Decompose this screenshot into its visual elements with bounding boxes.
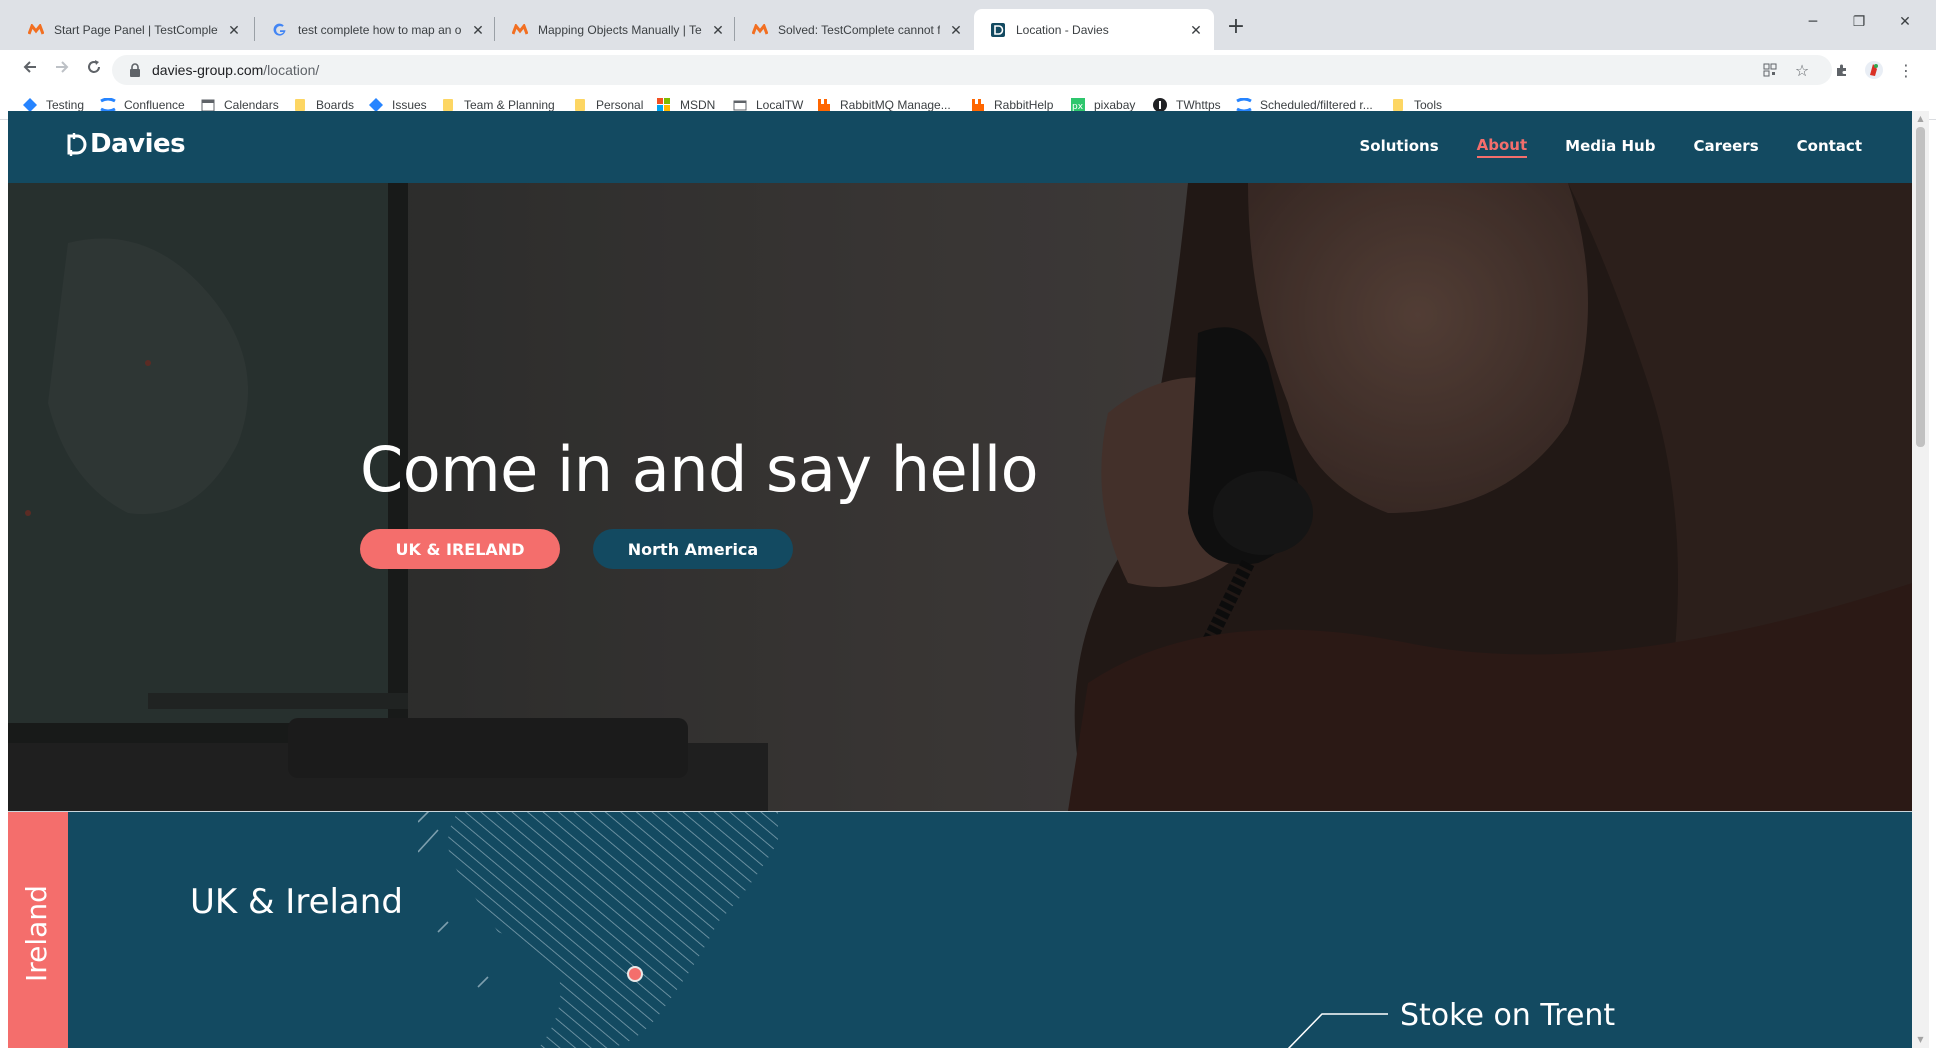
bookmark-label: Testing <box>46 98 85 112</box>
forward-button[interactable] <box>48 56 76 84</box>
davies-icon <box>990 22 1006 38</box>
close-icon[interactable]: ✕ <box>226 22 242 38</box>
minimize-button[interactable]: ─ <box>1798 10 1828 34</box>
region-side-tab[interactable]: Ireland <box>8 812 68 1048</box>
uk-map-graphic <box>418 812 778 1048</box>
site-header: Davies Solutions About Media Hub Careers… <box>8 111 1912 183</box>
tab-separator <box>494 17 495 41</box>
close-icon[interactable]: ✕ <box>710 22 726 38</box>
arrow-left-icon <box>23 61 36 73</box>
address-bar[interactable]: davies-group.com/location/ <box>112 55 1832 85</box>
close-icon[interactable]: ✕ <box>470 22 486 38</box>
uk-ireland-button[interactable]: UK & IRELAND <box>360 529 560 569</box>
location-section: Ireland UK & Ireland Stoke on Trent <box>8 811 1912 1048</box>
nav-careers[interactable]: Careers <box>1693 137 1758 157</box>
nav-about[interactable]: About <box>1476 136 1528 158</box>
hero-title: Come in and say hello <box>360 433 1039 506</box>
main-nav: Solutions About Media Hub Careers Contac… <box>1321 111 1862 183</box>
connector-line <box>1288 1013 1388 1048</box>
bookmark-label: Issues <box>392 98 427 112</box>
region-side-tab-label: Ireland <box>20 885 53 982</box>
north-america-button[interactable]: North America <box>593 529 793 569</box>
browser-tab-strip: Start Page Panel | TestComplete D ✕ test… <box>0 0 1936 50</box>
reload-icon <box>88 60 100 73</box>
browser-toolbar: davies-group.com/location/ ☆ ⋮ <box>0 50 1936 90</box>
bookmark-label: Scheduled/filtered r... <box>1260 98 1373 112</box>
tab-title: Solved: TestComplete cannot find <box>778 22 940 37</box>
tab-separator <box>254 17 255 41</box>
profile-avatar-icon[interactable] <box>1862 58 1886 82</box>
logo-text: Davies <box>90 129 186 159</box>
davies-logo-mark-icon <box>67 133 87 156</box>
extensions-icon[interactable] <box>1830 58 1854 82</box>
menu-kebab-icon[interactable]: ⋮ <box>1894 58 1918 82</box>
restore-button[interactable]: ❐ <box>1844 10 1874 34</box>
browser-tab[interactable]: Solved: TestComplete cannot find ✕ <box>736 9 974 50</box>
bookmark-label: pixabay <box>1094 98 1136 112</box>
hero-banner: Come in and say hello UK & IRELAND North… <box>8 183 1912 811</box>
nav-media-hub[interactable]: Media Hub <box>1565 137 1655 157</box>
browser-tab[interactable]: Mapping Objects Manually | Test ✕ <box>496 9 736 50</box>
new-tab-button[interactable]: + <box>1222 14 1250 42</box>
page-viewport: Davies Solutions About Media Hub Careers… <box>8 111 1912 1048</box>
tab-title: Location - Davies <box>1016 22 1109 37</box>
arrow-right-icon <box>56 61 69 73</box>
url-text[interactable]: davies-group.com/location/ <box>152 62 319 78</box>
tab-title: Start Page Panel | TestComplete D <box>54 22 218 37</box>
back-button[interactable] <box>16 56 44 84</box>
page-scrollbar[interactable]: ▲ ▼ <box>1912 111 1929 1048</box>
tab-title: Mapping Objects Manually | Test <box>538 22 702 37</box>
bookmark-label: Boards <box>316 98 355 112</box>
bookmark-label: Team & Planning <box>464 98 555 112</box>
close-icon[interactable]: ✕ <box>1188 22 1204 38</box>
close-window-button[interactable]: ✕ <box>1890 10 1920 34</box>
office-city-label[interactable]: Stoke on Trent <box>1400 998 1615 1033</box>
qr-code-icon[interactable] <box>1758 58 1782 82</box>
davies-logo[interactable]: Davies <box>66 128 186 160</box>
smartbear-icon <box>512 22 528 38</box>
scroll-up-arrow-icon[interactable]: ▲ <box>1912 111 1929 127</box>
smartbear-icon <box>752 22 768 38</box>
bookmark-label: LocalTW <box>756 98 804 112</box>
url-host: davies-group.com <box>152 62 264 78</box>
nav-solutions[interactable]: Solutions <box>1359 137 1438 157</box>
tab-separator <box>734 17 735 41</box>
browser-tab[interactable]: Start Page Panel | TestComplete D ✕ <box>12 9 252 50</box>
browser-tab[interactable]: test complete how to map an obj ✕ <box>256 9 496 50</box>
google-icon <box>272 22 288 38</box>
star-icon[interactable]: ☆ <box>1790 58 1814 82</box>
scrollbar-thumb[interactable] <box>1916 127 1925 447</box>
bookmark-label: Confluence <box>124 98 185 112</box>
location-pin-icon[interactable] <box>627 966 643 982</box>
smartbear-icon <box>28 22 44 38</box>
close-icon[interactable]: ✕ <box>948 22 964 38</box>
bookmark-label: MSDN <box>680 98 716 112</box>
bookmark-label: Personal <box>596 98 644 112</box>
bookmark-label: RabbitHelp <box>994 98 1054 112</box>
tab-title: test complete how to map an obj <box>298 22 462 37</box>
bookmark-label: RabbitMQ Manage... <box>840 98 951 112</box>
bookmark-label: Calendars <box>224 98 279 112</box>
scroll-down-arrow-icon[interactable]: ▼ <box>1912 1032 1929 1048</box>
bookmark-label: Tools <box>1414 98 1443 112</box>
bookmark-label: TWhttps <box>1176 98 1221 112</box>
location-title: UK & Ireland <box>190 882 403 922</box>
nav-contact[interactable]: Contact <box>1797 137 1862 157</box>
reload-button[interactable] <box>80 56 108 84</box>
lock-icon <box>130 63 140 77</box>
url-path: /location/ <box>263 62 320 78</box>
browser-tab-active[interactable]: Location - Davies ✕ <box>974 9 1214 50</box>
